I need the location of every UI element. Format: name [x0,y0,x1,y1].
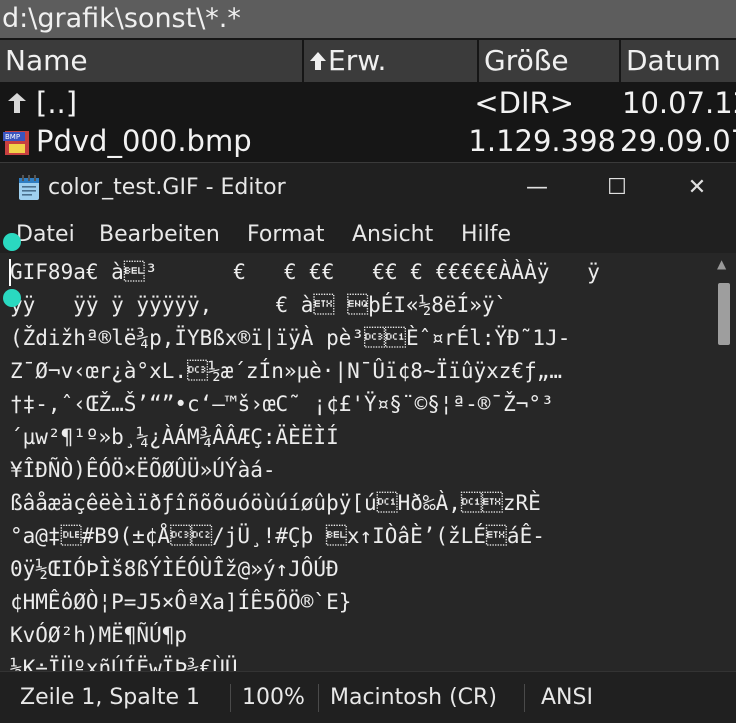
file-row-bmp[interactable]: BMP Pdvd_000.bmp 1.129.398 29.09.07 [0,122,736,160]
column-headers: Name Erw. Größe Datum [0,40,736,82]
text-line: ½K÷ÏÜºxñÚÍËwÏÞ¾€ÙÜ [10,656,238,671]
menu-ansicht[interactable]: Ansicht [352,213,433,255]
menu-datei[interactable]: Datei [16,213,75,255]
up-arrow-icon [8,93,26,113]
file-size: 1.129.398 [468,124,616,158]
text-line: GIF89a€ à³ € € €€ €€ € €€€€€ÀÀÀÿ ÿ [10,260,600,284]
file-size: <DIR> [474,86,574,120]
close-button[interactable]: ✕ [657,163,736,213]
file-date: 29.09.07 [620,124,736,158]
selection-handle-top[interactable] [3,233,21,251]
vertical-scrollbar[interactable]: ▲ [712,253,736,671]
menu-format[interactable]: Format [247,213,325,255]
maximize-icon: ☐ [607,175,627,200]
maximize-button[interactable]: ☐ [577,163,657,213]
column-header-name[interactable]: Name [0,40,302,82]
text-line: ßâåæäçêëèìïðƒîñõõuóöùúíøûþÿ[úHð‰À,zRÈ [10,491,541,515]
notepad-app-icon [19,175,39,200]
text-line: 0ÿ½ŒIÓÞÌš8ßÝÌÉÓÙÎž@»ý↑JÔÚÐ [10,557,339,581]
bmp-file-icon: BMP [3,131,29,155]
file-row-parent[interactable]: [..] <DIR> 10.07.12 [0,84,736,122]
text-line: Z¯Ø¬v‹œr¿à°xL.½æ´zÍn»µè·|N¯Ûï¢8~Ïïûÿxz€… [10,359,563,383]
file-name: [..] [36,86,78,120]
status-bar: Zeile 1, Spalte 1 100% Macintosh (CR) AN… [0,671,736,723]
minimize-icon: — [526,175,548,200]
menu-bearbeiten[interactable]: Bearbeiten [99,213,220,255]
svg-text:BMP: BMP [5,133,20,141]
cursor-position: Zeile 1, Spalte 1 [20,685,201,710]
text-line: ÿÿ ÿÿ ÿ ÿÿÿÿÿ, € à þÉI«½8ëÍ»ÿ` [10,293,508,317]
line-ending: Macintosh (CR) [330,685,497,710]
text-editor-area[interactable]: GIF89a€ à³ € € €€ €€ € €€€€€ÀÀÀÿ ÿ ÿÿ ÿ… [0,253,712,671]
text-caret [9,259,11,286]
text-line: °a@‡#B9(±¢Å/jÜ¸!#Çþ x↑IÒâÈ’(žLÉáÊ- [10,524,545,548]
zoom-level: 100% [242,685,305,710]
status-divider [230,684,231,712]
text-line: KvÓØ²h)MË¶ÑÚ¶p [10,623,188,647]
notepad-window: color_test.GIF - Editor — ☐ ✕ Datei Bear… [0,162,736,723]
status-divider [524,684,525,712]
text-line: ¥ÎÐÑÒ)ÊÓÖ×ËÕØÛÜ»ÚÝàá- [10,458,276,482]
text-line: ¢HMÊôØÒ¦P=J5×ÔªXa]ÍÊ5ÕÖ®`E} [10,590,352,614]
close-icon: ✕ [687,175,707,200]
title-bar[interactable]: color_test.GIF - Editor — ☐ ✕ [0,163,736,213]
column-header-ext[interactable]: Erw. [304,40,477,82]
scrollbar-thumb[interactable] [718,283,730,345]
column-header-date[interactable]: Datum [621,40,736,82]
text-line: ´µw²¶¹º»b¸¼¿ÀÁM¾ÂÂÆÇ:ÄÈËÌÍ [10,425,339,449]
path-bar[interactable]: d:\grafik\sonst\*.* [0,0,736,38]
window-title: color_test.GIF - Editor [48,175,286,200]
text-line: (Ždižhª®lë¾p,ÏYBßx®ï|ïÿÀ pè³Èˆ¤rÉl:ŸÐ˜… [10,326,571,350]
column-header-size[interactable]: Größe [479,40,619,82]
scroll-up-icon[interactable]: ▲ [717,257,726,271]
sort-ascending-icon [310,52,326,70]
file-name: Pdvd_000.bmp [36,124,252,158]
status-divider [318,684,319,712]
selection-handle-bottom[interactable] [3,289,21,307]
menu-bar: Datei Bearbeiten Format Ansicht Hilfe [0,213,736,255]
file-manager-panel: d:\grafik\sonst\*.* Name Erw. Größe Datu… [0,0,736,170]
text-line: †‡-,ˆ‹ŒŽ…Š’“”•c‘–™š›œC˜ ¡¢£'Ÿ¤§¨©§¦ª-®¯Ž… [10,392,554,416]
menu-hilfe[interactable]: Hilfe [461,213,511,255]
minimize-button[interactable]: — [497,163,577,213]
file-date: 10.07.12 [622,86,736,120]
encoding: ANSI [541,685,593,710]
